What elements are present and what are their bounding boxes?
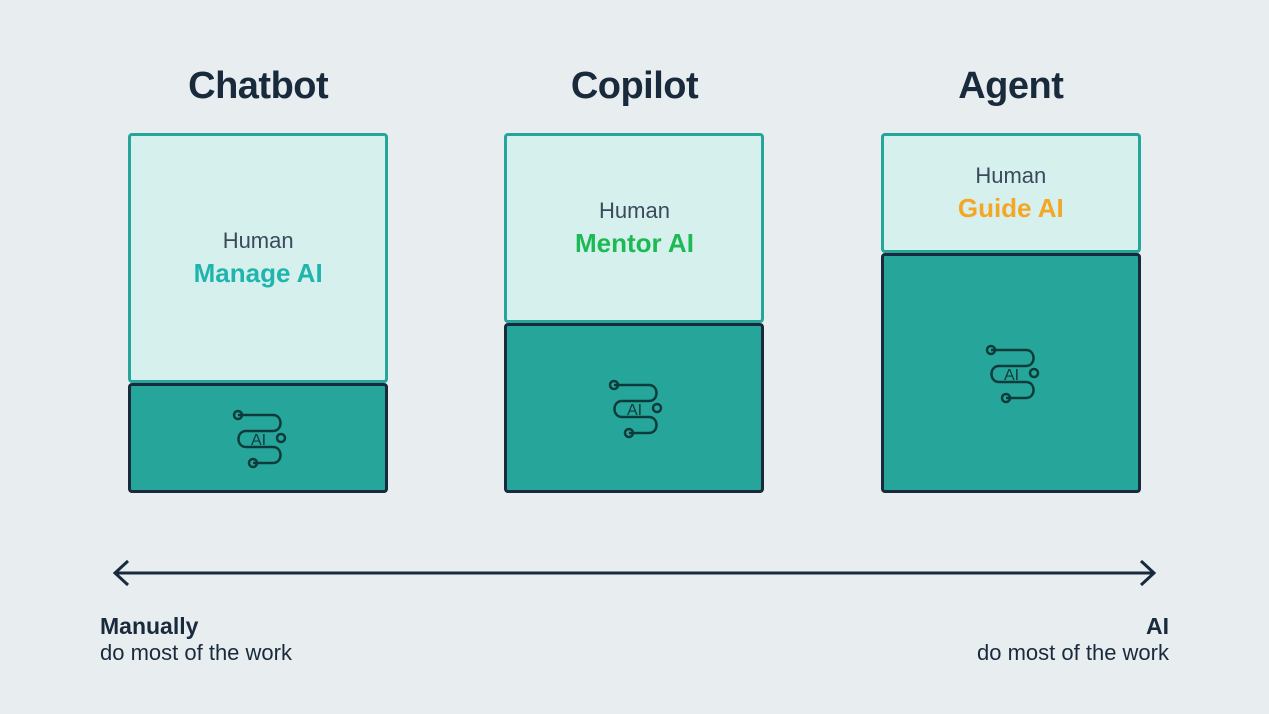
column-agent: Agent Human Guide AI AI [853,65,1169,493]
column-chatbot: Chatbot Human Manage AI AI [100,65,416,493]
card-bottom-chatbot: AI [128,383,388,493]
card-bottom-agent: AI [881,253,1141,493]
diagram-container: Chatbot Human Manage AI AI [100,65,1169,666]
column-title: Agent [958,65,1063,108]
card-bottom-copilot: AI [504,323,764,493]
ai-circuit-icon: AI [594,373,674,443]
card-copilot: Human Mentor AI AI [504,133,764,493]
human-label: Human [599,198,670,224]
ai-circuit-icon: AI [971,338,1051,408]
card-top-copilot: Human Mentor AI [504,133,764,323]
card-top-chatbot: Human Manage AI [128,133,388,383]
axis-arrow-icon [100,553,1169,593]
card-chatbot: Human Manage AI AI [128,133,388,493]
human-label: Human [975,163,1046,189]
svg-text:AI: AI [627,402,642,419]
axis-label-left: Manually do most of the work [100,613,292,666]
axis-label-right: AI do most of the work [977,613,1169,666]
column-title: Copilot [571,65,698,108]
axis-labels: Manually do most of the work AI do most … [100,613,1169,666]
axis-right-reg: do most of the work [977,640,1169,665]
human-label: Human [223,228,294,254]
svg-text:AI: AI [251,432,266,449]
axis-right-bold: AI [1146,613,1169,639]
ai-circuit-icon: AI [218,403,298,473]
axis-container: Manually do most of the work AI do most … [100,553,1169,666]
card-top-agent: Human Guide AI [881,133,1141,253]
axis-left-bold: Manually [100,613,198,639]
role-label: Manage AI [194,258,323,289]
cards-row: Chatbot Human Manage AI AI [100,65,1169,493]
role-label: Guide AI [958,193,1064,224]
column-copilot: Copilot Human Mentor AI AI [476,65,792,493]
card-agent: Human Guide AI AI [881,133,1141,493]
role-label: Mentor AI [575,228,694,259]
svg-text:AI: AI [1004,367,1019,384]
axis-left-reg: do most of the work [100,640,292,665]
column-title: Chatbot [188,65,328,108]
